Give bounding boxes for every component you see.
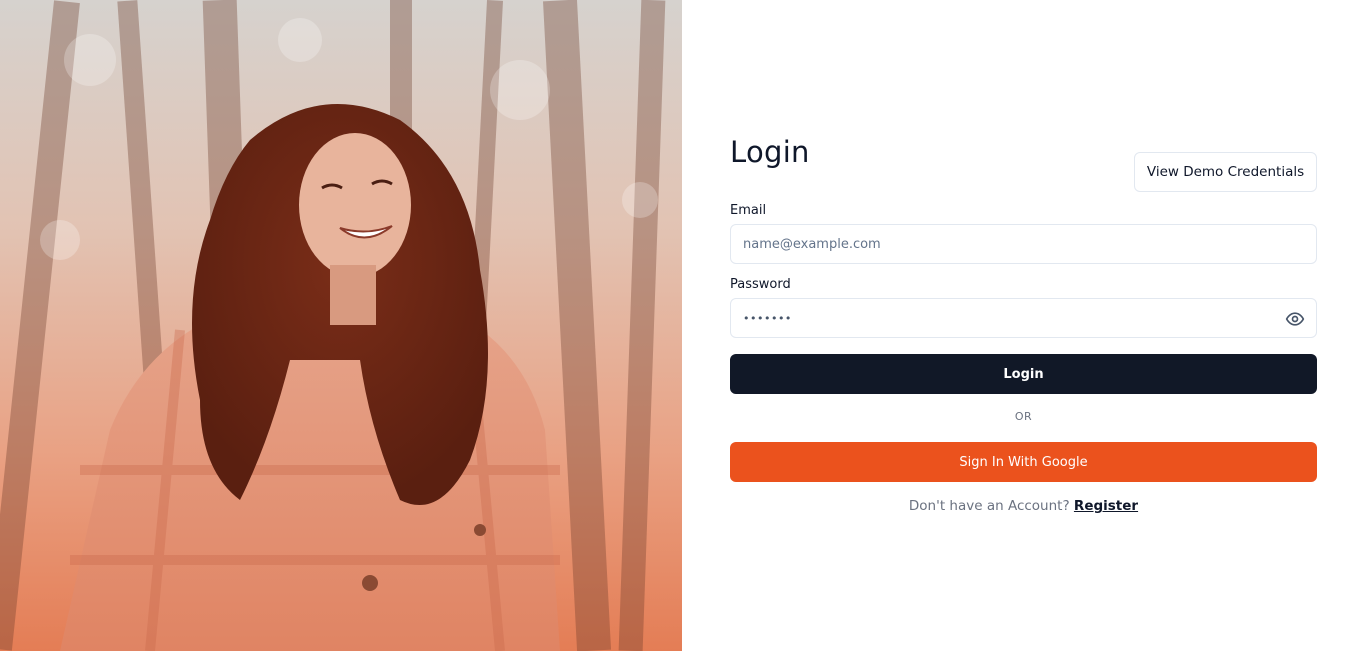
register-prompt-text: Don't have an Account? bbox=[908, 498, 1070, 514]
password-field[interactable] bbox=[731, 299, 1316, 337]
password-field-wrapper bbox=[730, 298, 1317, 338]
email-field-wrapper bbox=[730, 224, 1317, 264]
register-link[interactable]: Register bbox=[1074, 498, 1138, 514]
hero-photo bbox=[0, 0, 682, 651]
password-label: Password bbox=[730, 277, 791, 292]
register-prompt-line: Don't have an Account? Register bbox=[730, 498, 1317, 514]
email-field[interactable] bbox=[731, 225, 1316, 263]
email-label: Email bbox=[730, 203, 767, 218]
login-panel: Login View Demo Credentials Email Passwo… bbox=[682, 0, 1349, 651]
sign-in-with-google-button[interactable]: Sign In With Google bbox=[730, 442, 1317, 482]
eye-icon[interactable] bbox=[1285, 309, 1305, 329]
login-button[interactable]: Login bbox=[730, 354, 1317, 394]
page-title: Login bbox=[730, 135, 810, 169]
or-divider: OR bbox=[1014, 410, 1033, 423]
login-page: Login View Demo Credentials Email Passwo… bbox=[0, 0, 1349, 651]
view-demo-credentials-button[interactable]: View Demo Credentials bbox=[1134, 152, 1317, 192]
